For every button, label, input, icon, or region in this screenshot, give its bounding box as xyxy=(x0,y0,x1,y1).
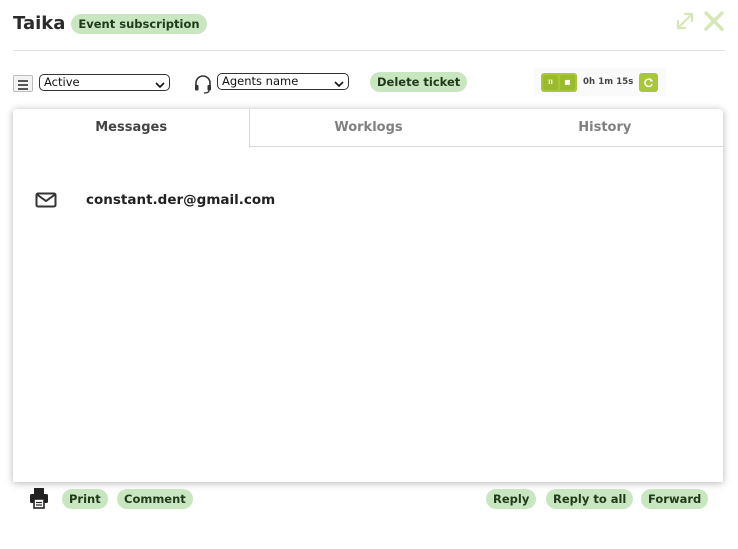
comment-button[interactable]: Comment xyxy=(117,489,193,509)
event-subscription-badge[interactable]: Event subscription xyxy=(71,14,207,34)
tab-worklogs[interactable]: Worklogs xyxy=(250,109,486,146)
status-select[interactable]: Active xyxy=(39,74,170,91)
status-select-value: Active xyxy=(44,75,80,89)
stop-timer-button[interactable]: ■ xyxy=(560,74,575,90)
window-controls xyxy=(675,10,725,36)
time-tracker: II ■ 0h 1m 15s xyxy=(534,68,666,96)
timer-controls: II ■ xyxy=(541,72,577,92)
agent-select-value: Agents name xyxy=(222,74,299,88)
ticket-title: Taika xyxy=(13,12,66,34)
expand-arrows-icon[interactable] xyxy=(675,11,695,35)
message-actions: Print Comment Reply Reply to all Forward xyxy=(13,487,725,511)
pause-timer-button[interactable]: II xyxy=(543,74,558,90)
chevron-down-icon xyxy=(334,77,344,92)
elapsed-time: 0h 1m 15s xyxy=(583,77,634,87)
reply-button[interactable]: Reply xyxy=(486,489,537,509)
reply-to-all-button[interactable]: Reply to all xyxy=(546,489,634,509)
close-x-icon[interactable] xyxy=(703,10,725,36)
forward-button[interactable]: Forward xyxy=(641,489,709,509)
message-item[interactable]: constant.der@gmail.com xyxy=(35,192,275,208)
ticket-header: Taika Event subscription xyxy=(13,8,725,38)
refresh-icon[interactable] xyxy=(639,72,659,92)
ticket-panel: Messages Worklogs History constant.der@g… xyxy=(13,109,723,482)
print-button[interactable]: Print xyxy=(62,489,108,509)
ticket-tabs: Messages Worklogs History xyxy=(13,109,723,148)
delete-ticket-button[interactable]: Delete ticket xyxy=(370,72,468,92)
envelope-icon xyxy=(35,192,57,208)
tab-history[interactable]: History xyxy=(487,109,723,146)
message-sender-email: constant.der@gmail.com xyxy=(86,192,276,208)
printer-icon[interactable] xyxy=(29,487,49,513)
agent-select[interactable]: Agents name xyxy=(217,73,349,90)
headset-icon xyxy=(193,74,213,98)
tab-messages[interactable]: Messages xyxy=(13,109,251,148)
header-divider xyxy=(13,50,725,51)
list-menu-icon[interactable] xyxy=(13,75,33,92)
chevron-down-icon xyxy=(155,78,165,93)
